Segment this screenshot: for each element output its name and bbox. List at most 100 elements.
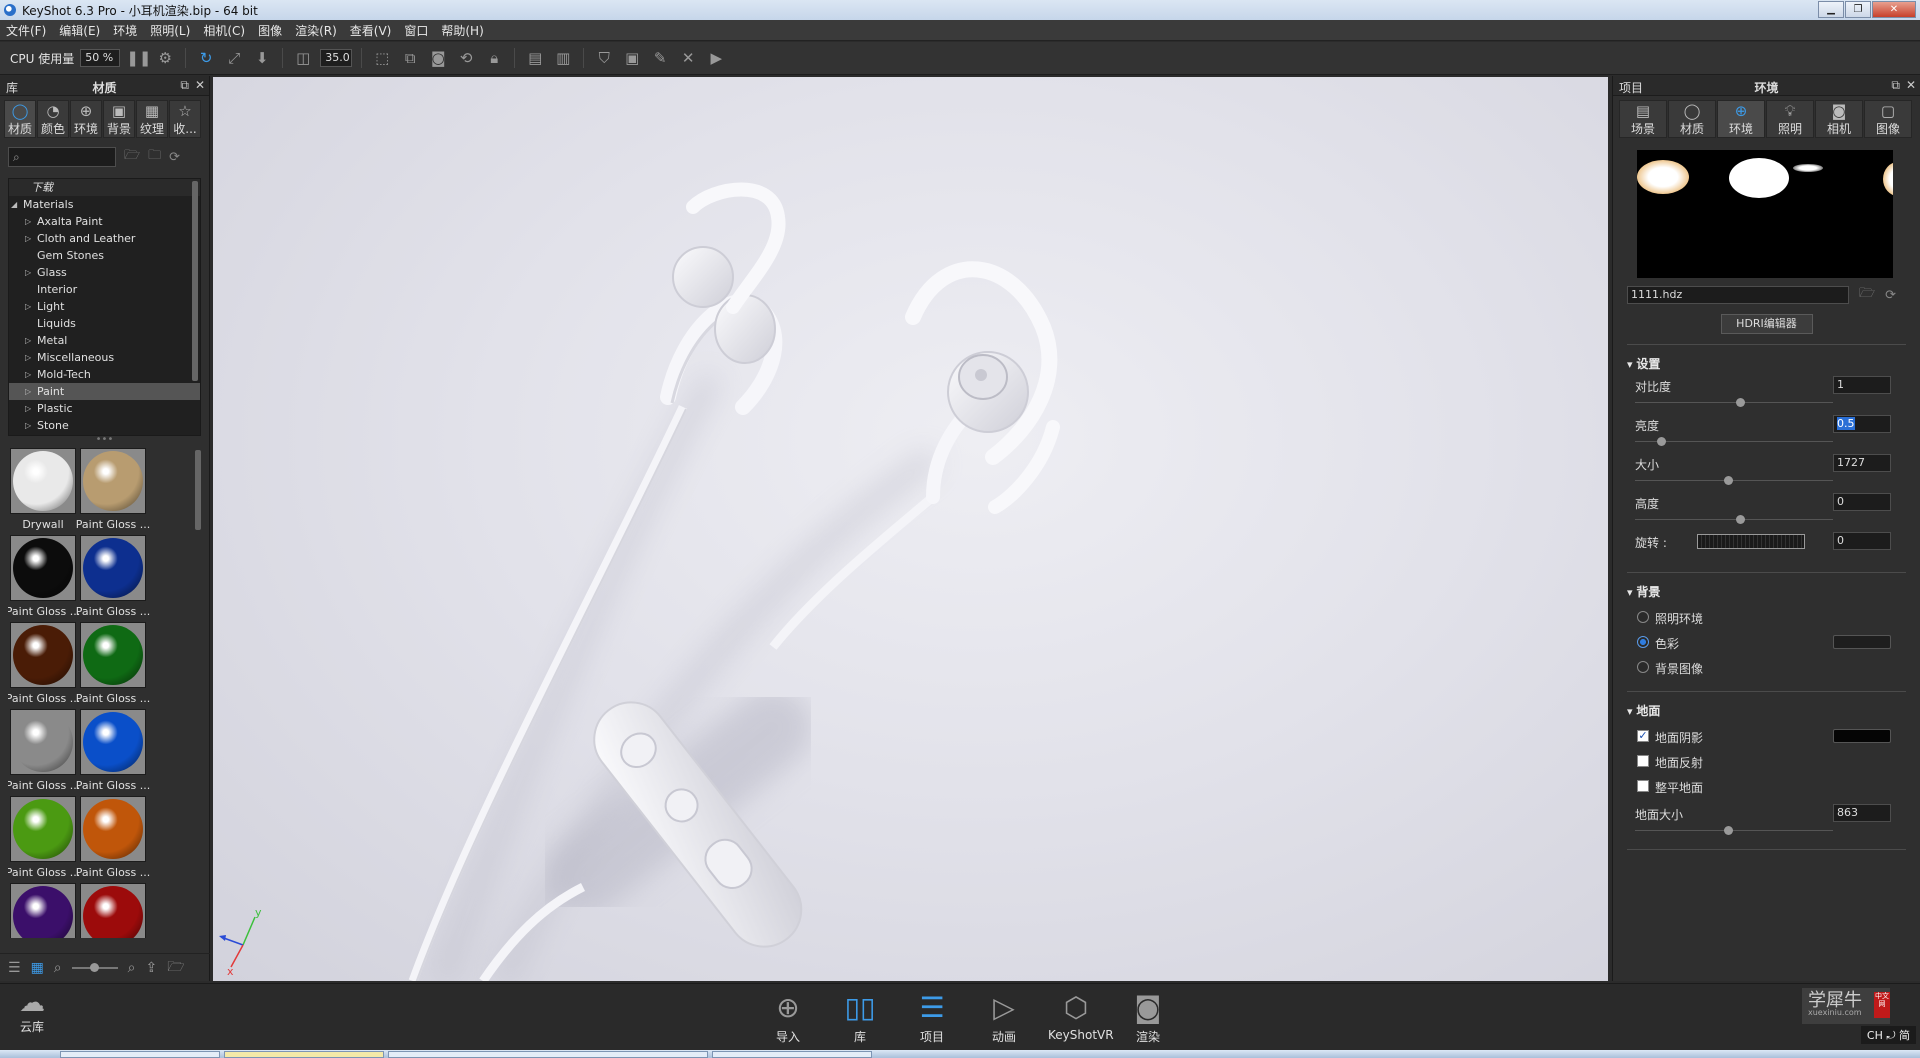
material-thumbnail[interactable]: Paint Gloss ... [76, 448, 150, 534]
bg-option-color[interactable]: 色彩 [1613, 631, 1920, 656]
menu-image[interactable]: 图像 [258, 22, 282, 39]
grid-view-icon[interactable]: ▦ [31, 960, 44, 976]
menu-environment[interactable]: 环境 [113, 22, 137, 39]
add-folder-icon[interactable]: 🗀︎ [148, 146, 161, 168]
ground-shadow-option[interactable]: ✓ 地面阴影 [1613, 725, 1920, 750]
material-thumbnail[interactable]: Drywall [8, 448, 78, 534]
rotation-input[interactable]: 0 [1833, 532, 1891, 550]
project-button[interactable]: ☰ 项目 [904, 988, 960, 1045]
settings-section-title[interactable]: 设置 [1627, 355, 1920, 372]
thumbnails-scrollbar[interactable] [195, 450, 201, 530]
size-slider-knob[interactable] [1724, 476, 1734, 485]
close-panel-icon[interactable]: ✕ [195, 78, 205, 93]
material-thumbnail[interactable]: Paint Gloss ... [76, 622, 150, 708]
tab-image[interactable]: ▢ 图像 [1864, 100, 1912, 138]
collapsed-arrow-icon[interactable]: ▷ [25, 383, 31, 400]
tab-favorites[interactable]: ☆ 收... [169, 100, 201, 138]
expand-icon[interactable]: ✕ [677, 47, 699, 69]
collapsed-arrow-icon[interactable]: ▷ [25, 417, 31, 434]
list-view-icon[interactable]: ☰ [8, 960, 21, 976]
open-folder-icon[interactable]: 🗁︎ [1859, 284, 1875, 306]
taskbar-item[interactable] [388, 1051, 708, 1058]
refresh-icon[interactable]: ↻ [195, 47, 217, 69]
brightness-slider-knob[interactable] [1656, 437, 1666, 446]
height-input[interactable]: 0 [1833, 493, 1891, 511]
animation-button[interactable]: ▷ 动画 [976, 988, 1032, 1045]
menu-window[interactable]: 窗口 [404, 22, 428, 39]
ground-reflection-checkbox[interactable] [1637, 755, 1649, 767]
tab-scene[interactable]: ▤ 场景 [1619, 100, 1667, 138]
tree-item[interactable]: Liquids [9, 315, 200, 332]
refresh-icon[interactable]: ⟳ [169, 150, 180, 165]
menu-camera[interactable]: 相机(C) [203, 22, 245, 39]
collapsed-arrow-icon[interactable]: ▷ [25, 332, 31, 349]
shield-icon[interactable]: ⛉ [593, 47, 615, 69]
fit-view-icon[interactable]: ⤢ [223, 47, 245, 69]
taskbar-item[interactable] [712, 1051, 872, 1058]
ground-shadow-checkbox[interactable]: ✓ [1637, 730, 1649, 742]
collapsed-arrow-icon[interactable]: ▷ [25, 264, 31, 281]
height-slider-track[interactable] [1635, 519, 1833, 520]
render-button[interactable]: ◙ 渲染 [1120, 988, 1176, 1045]
material-thumbnail[interactable] [8, 883, 78, 938]
ground-reflection-option[interactable]: 地面反射 [1613, 750, 1920, 775]
ground-size-input[interactable]: 863 [1833, 804, 1891, 822]
close-panel-icon[interactable]: ✕ [1906, 78, 1916, 93]
tree-item[interactable]: ▷ Stone [9, 417, 200, 434]
geometry-view-icon[interactable]: ▤ [524, 47, 546, 69]
lock-camera-icon[interactable]: 🔒︎ [483, 47, 505, 69]
maximize-button[interactable]: ❐ [1845, 1, 1871, 18]
reset-camera-icon[interactable]: ⟲ [455, 47, 477, 69]
taskbar-item[interactable] [224, 1051, 384, 1058]
tab-environments[interactable]: ⊕ 环境 [70, 100, 102, 138]
bg-radio-image[interactable] [1637, 661, 1649, 673]
reset-icon[interactable]: ⟳ [1885, 288, 1896, 303]
pause-icon[interactable]: ❚❚ [126, 47, 151, 69]
tree-item[interactable]: ▷ Miscellaneous [9, 349, 200, 366]
collapsed-arrow-icon[interactable]: ▷ [25, 366, 31, 383]
tree-item[interactable]: ▷ Cloth and Leather [9, 230, 200, 247]
menu-file[interactable]: 文件(F) [6, 22, 46, 39]
screenshot-icon[interactable]: ◙ [427, 47, 449, 69]
material-thumbnail[interactable] [78, 883, 148, 938]
render-viewport[interactable]: y x [213, 77, 1608, 981]
tree-item[interactable]: ▷ Paint [9, 383, 200, 400]
panel-splitter[interactable]: ••• [0, 435, 209, 446]
material-thumbnail[interactable]: Paint Gloss ... [8, 622, 80, 708]
tree-item[interactable]: ▷ Glass [9, 264, 200, 281]
edit-geometry-icon[interactable]: ✎ [649, 47, 671, 69]
material-thumbnail[interactable]: Paint Gloss ... [8, 796, 80, 882]
undock-icon[interactable]: ⧉ [1891, 78, 1900, 93]
tree-item-materials[interactable]: ◢ Materials [9, 196, 200, 213]
tree-item-download[interactable]: 下载 [9, 179, 200, 196]
region-render-icon[interactable]: ⬚ [371, 47, 393, 69]
upload-icon[interactable]: ⇪ [145, 960, 157, 976]
library-search-input[interactable]: ⌕ [8, 147, 116, 167]
fov-input[interactable]: 35.0 [320, 49, 353, 67]
bg-color-swatch[interactable] [1833, 635, 1891, 649]
hdri-editor-button[interactable]: HDRI编辑器 [1720, 314, 1813, 334]
tree-item[interactable]: ▷ Axalta Paint [9, 213, 200, 230]
collapsed-arrow-icon[interactable]: ▷ [25, 230, 31, 247]
material-thumbnail[interactable]: Paint Gloss ... [76, 709, 150, 795]
script-console-icon[interactable]: ▶ [705, 47, 727, 69]
tab-material[interactable]: ◯ 材质 [1668, 100, 1716, 138]
contrast-slider-track[interactable] [1635, 402, 1833, 403]
tree-item[interactable]: ▷ Light [9, 298, 200, 315]
tree-item[interactable]: Gem Stones [9, 247, 200, 264]
tree-item[interactable]: ▷ Metal [9, 332, 200, 349]
collapsed-arrow-icon[interactable]: ▷ [25, 213, 31, 230]
tree-item[interactable]: ▷ Mold-Tech [9, 366, 200, 383]
ground-size-slider-track[interactable] [1635, 830, 1833, 831]
bg-radio-color[interactable] [1637, 636, 1649, 648]
panel-layout-icon[interactable]: ▣ [621, 47, 643, 69]
library-button[interactable]: ▯▯ 库 [832, 988, 888, 1045]
keyshotvr-button[interactable]: ⬡ KeyShotVR [1048, 988, 1114, 1045]
collapsed-arrow-icon[interactable]: ▷ [25, 349, 31, 366]
drop-to-ground-icon[interactable]: ⬇ [251, 47, 273, 69]
open-folder-icon[interactable]: 🗁︎ [124, 146, 140, 168]
bg-option-image[interactable]: 背景图像 [1613, 656, 1920, 681]
tab-backgrounds[interactable]: ▣ 背景 [103, 100, 135, 138]
menu-view[interactable]: 查看(V) [350, 22, 392, 39]
menu-edit[interactable]: 编辑(E) [59, 22, 100, 39]
